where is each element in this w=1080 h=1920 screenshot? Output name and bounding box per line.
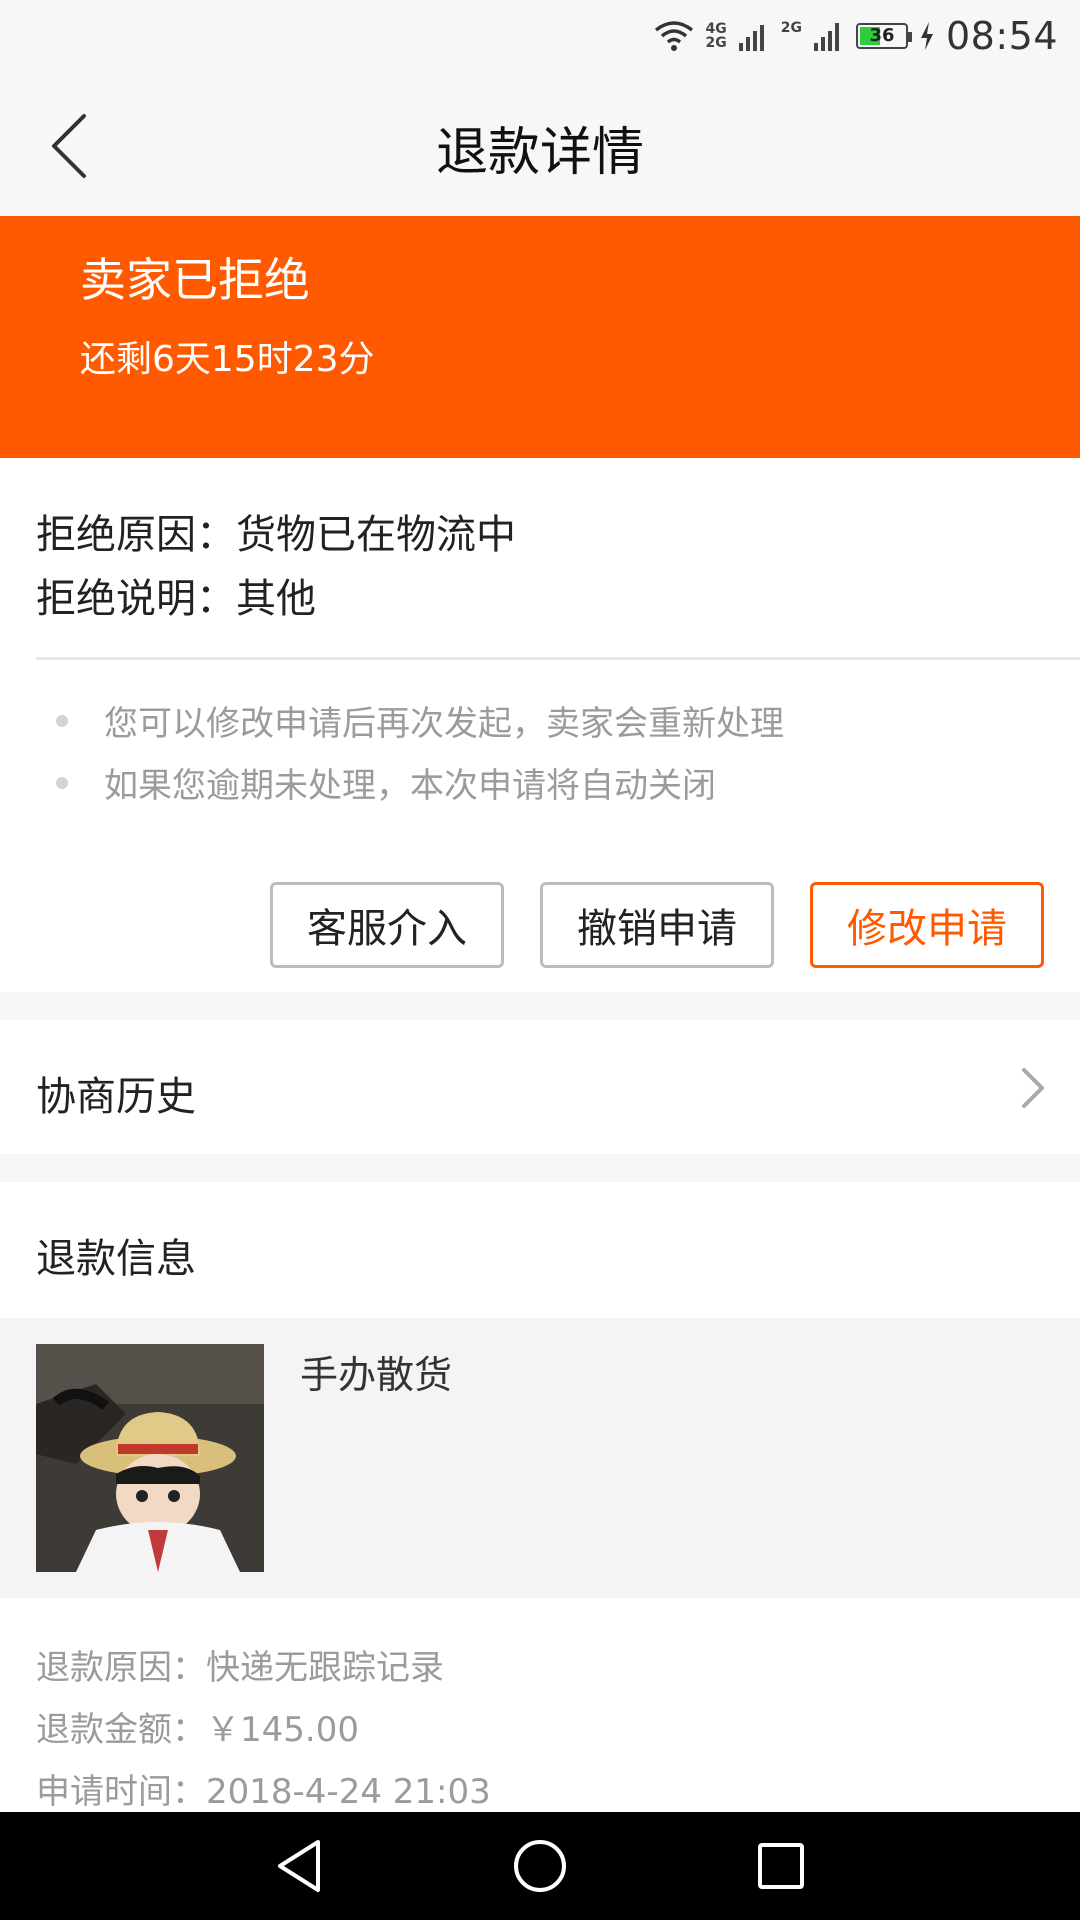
battery-level: 36 bbox=[869, 25, 895, 46]
bullet-dot bbox=[56, 714, 68, 727]
nav-home-button[interactable] bbox=[505, 1836, 575, 1896]
square-recents-icon bbox=[758, 1843, 804, 1889]
refund-amount-label: 退款金额： bbox=[36, 1710, 206, 1750]
bullet-dot bbox=[56, 776, 68, 789]
circle-home-icon bbox=[514, 1840, 566, 1892]
chevron-right-icon bbox=[1014, 1066, 1050, 1110]
rejection-note: 拒绝说明：其他 bbox=[36, 566, 316, 624]
network-type-label: 4G 2G bbox=[706, 22, 727, 50]
apply-time-value: 2018-4-24 21:03 bbox=[206, 1772, 491, 1812]
tip-item: 您可以修改申请后再次发起，卖家会重新处理 bbox=[56, 696, 784, 745]
rejection-note-label: 拒绝说明： bbox=[36, 576, 236, 622]
battery-icon: 36 bbox=[855, 23, 912, 49]
rejection-reason: 拒绝原因：货物已在物流中 bbox=[36, 502, 516, 560]
tip-text: 如果您逾期未处理，本次申请将自动关闭 bbox=[104, 766, 716, 806]
cancel-request-button[interactable]: 撤销申请 bbox=[540, 882, 774, 968]
refund-reason-label: 退款原因： bbox=[36, 1648, 206, 1688]
refund-amount: 退款金额：￥145.00 bbox=[36, 1702, 359, 1751]
nav-back-button[interactable] bbox=[266, 1836, 336, 1896]
network-bottom-label: 2G bbox=[705, 35, 727, 51]
tip-item: 如果您逾期未处理，本次申请将自动关闭 bbox=[56, 758, 716, 807]
wifi-icon bbox=[654, 21, 693, 51]
signal-icon bbox=[738, 25, 764, 51]
refund-info-title: 退款信息 bbox=[36, 1236, 196, 1282]
product-thumbnail[interactable] bbox=[36, 1344, 264, 1572]
charging-icon bbox=[920, 22, 933, 50]
modify-request-button[interactable]: 修改申请 bbox=[810, 882, 1044, 968]
customer-service-button[interactable]: 客服介入 bbox=[270, 882, 504, 968]
page-title: 退款详情 bbox=[435, 123, 644, 183]
rejection-reason-label: 拒绝原因： bbox=[36, 512, 236, 558]
divider bbox=[36, 657, 1080, 660]
status-icons: 4G 2G 2G 36 08:54 bbox=[654, 14, 1058, 58]
apply-time-label: 申请时间： bbox=[36, 1772, 206, 1812]
network-2-label: 2G bbox=[780, 20, 802, 36]
rejection-reason-value: 货物已在物流中 bbox=[236, 512, 516, 558]
product-name: 手办散货 bbox=[300, 1353, 453, 1397]
signal-icon bbox=[813, 23, 839, 51]
countdown-text: 还剩6天15时23分 bbox=[80, 339, 375, 380]
refund-reason: 退款原因：快递无跟踪记录 bbox=[36, 1640, 444, 1689]
refund-reason-value: 快递无跟踪记录 bbox=[206, 1648, 444, 1688]
refund-amount-value: ￥145.00 bbox=[206, 1710, 359, 1750]
negotiation-history-label: 协商历史 bbox=[36, 1074, 196, 1120]
refund-status-title: 卖家已拒绝 bbox=[80, 253, 310, 307]
tip-text: 您可以修改申请后再次发起，卖家会重新处理 bbox=[104, 704, 784, 744]
nav-recents-button[interactable] bbox=[746, 1836, 816, 1896]
apply-time: 申请时间：2018-4-24 21:03 bbox=[36, 1764, 491, 1813]
rejection-note-value: 其他 bbox=[236, 576, 316, 622]
triangle-back-icon bbox=[278, 1840, 320, 1892]
status-time: 08:54 bbox=[945, 14, 1058, 58]
network-top-label: 4G bbox=[705, 21, 727, 37]
